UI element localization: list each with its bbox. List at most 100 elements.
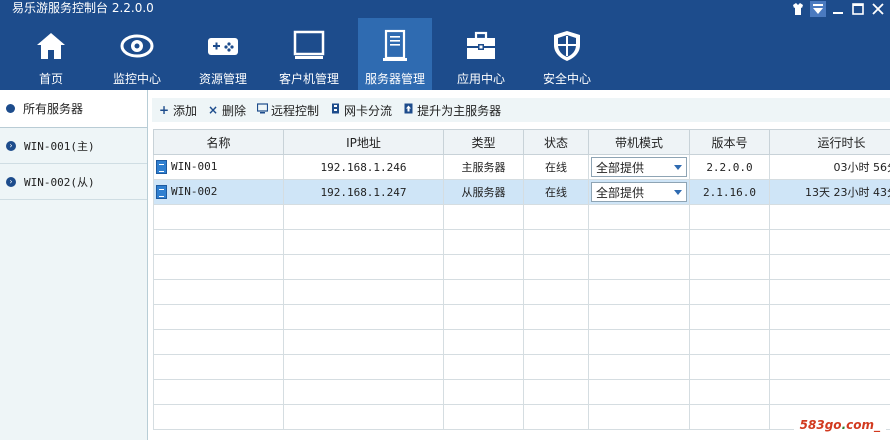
empty-cell [443, 304, 524, 330]
empty-cell [523, 279, 589, 305]
app-title: 易乐游服务控制台 2.2.0.0 [12, 1, 154, 15]
nav-home[interactable]: 首页 [14, 18, 88, 90]
empty-cell [588, 304, 690, 330]
empty-row [153, 304, 890, 330]
maximize-icon[interactable] [850, 1, 866, 17]
cell-mode: 全部提供 [588, 154, 690, 180]
empty-row [153, 354, 890, 380]
mode-value: 全部提供 [596, 185, 645, 200]
nav-app-center[interactable]: 应用中心 [444, 18, 518, 90]
mode-select[interactable]: 全部提供 [591, 182, 687, 202]
column-header-type[interactable]: 类型 [443, 129, 524, 155]
nav-resource-management[interactable]: 资源管理 [186, 18, 260, 90]
empty-cell [283, 354, 444, 380]
title-bar: 易乐游服务控制台 2.2.0.0 [0, 0, 890, 18]
empty-cell [443, 254, 524, 280]
empty-cell [523, 229, 589, 255]
empty-cell [769, 354, 890, 380]
server-icon [156, 160, 167, 174]
empty-row [153, 279, 890, 305]
nav-label: 服务器管理 [364, 72, 425, 86]
column-header-version[interactable]: 版本号 [689, 129, 770, 155]
nav-client-management[interactable]: 客户机管理 [272, 18, 346, 90]
nav-label: 安全中心 [542, 72, 591, 86]
cell-mode: 全部提供 [588, 179, 690, 205]
chevron-right-icon: › [6, 140, 16, 151]
nav-server-management[interactable]: 服务器管理 [358, 18, 432, 90]
empty-cell [443, 279, 524, 305]
nav-monitor-center[interactable]: 监控中心 [100, 18, 174, 90]
sidebar-item-label: WIN-001(主) [24, 139, 95, 153]
gamepad-icon [205, 28, 241, 64]
empty-cell [588, 229, 690, 255]
empty-cell [689, 379, 770, 405]
cell-ip: 192.168.1.247 [283, 179, 444, 205]
table-row[interactable]: WIN-002 192.168.1.247 从服务器 在线 全部提供 2.1.1… [153, 179, 890, 205]
empty-row [153, 204, 890, 230]
empty-cell [443, 379, 524, 405]
empty-cell [283, 229, 444, 255]
toolbox-icon [463, 28, 499, 64]
add-button[interactable]: + 添加 [158, 102, 197, 119]
delete-button[interactable]: × 删除 [207, 102, 246, 119]
remote-desktop-icon [256, 103, 268, 117]
nic-label: 网卡分流 [344, 103, 393, 118]
empty-cell [153, 204, 284, 230]
empty-row [153, 379, 890, 405]
empty-cell [769, 279, 890, 305]
mode-select[interactable]: 全部提供 [591, 157, 687, 177]
server-name: WIN-001 [171, 160, 218, 173]
sidebar-item-all-servers[interactable]: 所有服务器 [0, 90, 147, 128]
empty-cell [523, 329, 589, 355]
nav-label: 应用中心 [456, 72, 505, 86]
close-icon[interactable] [870, 1, 886, 17]
column-header-status[interactable]: 状态 [523, 129, 589, 155]
column-header-uptime[interactable]: 运行时长 [769, 129, 890, 155]
empty-cell [153, 379, 284, 405]
dropdown-arrow-icon [674, 189, 682, 195]
sidebar-item-win-001[interactable]: › WIN-001(主) [0, 128, 147, 164]
plus-icon: + [158, 103, 170, 117]
empty-cell [153, 229, 284, 255]
nav-security-center[interactable]: 安全中心 [530, 18, 604, 90]
main-nav: 首页 监控中心 资源管理 客户机管理 服务器管理 应用中心 安全中心 [0, 18, 604, 90]
sidebar-item-win-002[interactable]: › WIN-002(从) [0, 164, 147, 200]
empty-cell [283, 304, 444, 330]
remote-control-button[interactable]: 远程控制 [256, 102, 319, 119]
column-header-ip[interactable]: IP地址 [283, 129, 444, 155]
cell-uptime: 03小时 56分钟 [769, 154, 890, 180]
table-row[interactable]: WIN-001 192.168.1.246 主服务器 在线 全部提供 2.2.0… [153, 154, 890, 180]
empty-cell [689, 204, 770, 230]
empty-cell [443, 329, 524, 355]
remote-label: 远程控制 [271, 103, 320, 118]
server-document-icon [377, 28, 413, 64]
minimize-icon[interactable] [830, 1, 846, 17]
skin-shirt-icon[interactable] [790, 1, 806, 17]
column-header-name[interactable]: 名称 [153, 129, 284, 155]
menu-dropdown-icon[interactable] [810, 1, 826, 17]
empty-cell [523, 204, 589, 230]
cell-name: WIN-001 [153, 154, 284, 180]
cell-status: 在线 [523, 179, 589, 205]
empty-cell [769, 229, 890, 255]
empty-cell [153, 404, 284, 430]
empty-cell [588, 354, 690, 380]
nic-split-button[interactable]: 网卡分流 [329, 102, 392, 119]
server-name: WIN-002 [171, 185, 218, 198]
empty-cell [283, 254, 444, 280]
empty-cell [153, 354, 284, 380]
monitor-icon [291, 28, 327, 64]
empty-cell [523, 304, 589, 330]
watermark-prefix: 583go [799, 418, 842, 432]
dropdown-arrow-icon [674, 164, 682, 170]
promote-primary-button[interactable]: 提升为主服务器 [402, 102, 501, 119]
column-header-mode[interactable]: 带机模式 [588, 129, 690, 155]
network-card-icon [329, 103, 341, 117]
site-watermark: 583go.com_ [793, 414, 886, 436]
empty-cell [588, 204, 690, 230]
cell-uptime: 13天 23小时 43分钟 [769, 179, 890, 205]
nav-label: 资源管理 [198, 72, 247, 86]
cell-version: 2.1.16.0 [689, 179, 770, 205]
sidebar-item-label: 所有服务器 [23, 102, 84, 116]
empty-cell [443, 204, 524, 230]
